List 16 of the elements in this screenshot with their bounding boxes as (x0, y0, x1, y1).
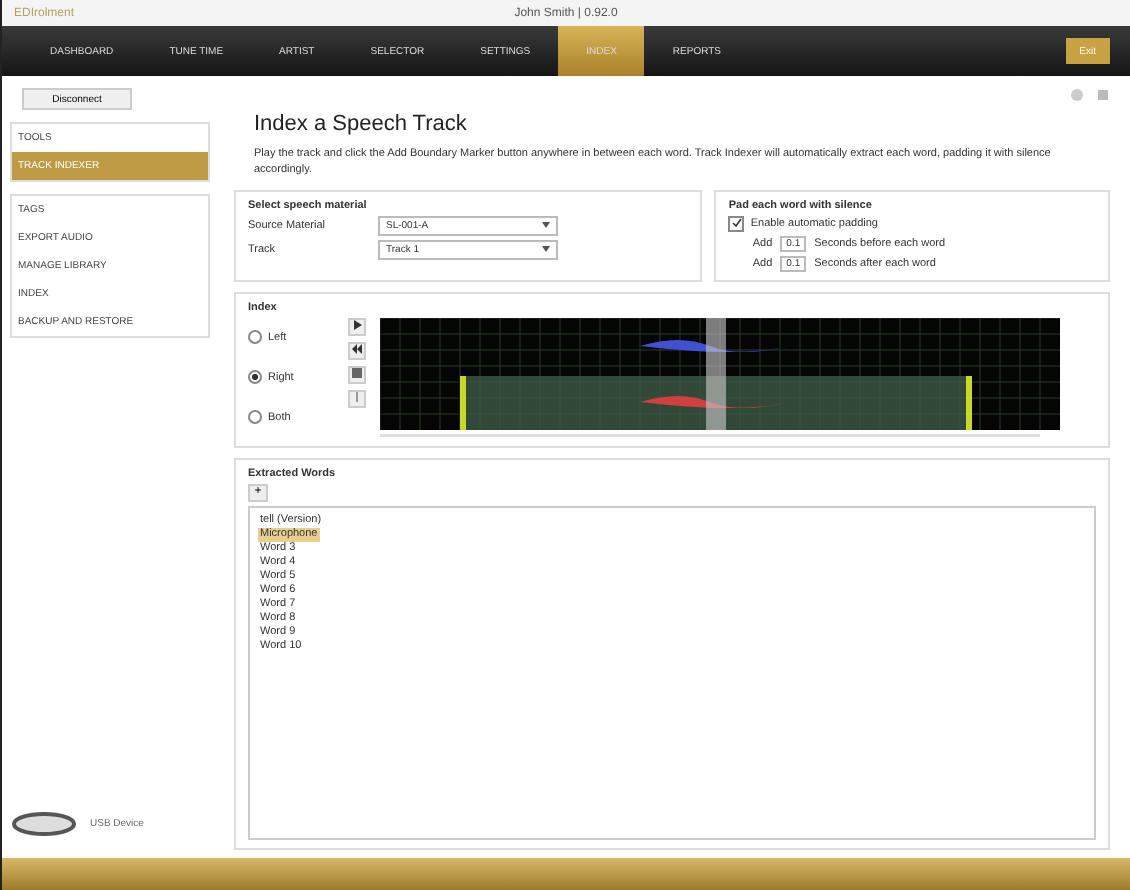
checkbox[interactable] (728, 215, 745, 231)
rewind-icon (352, 343, 362, 353)
device-icon (10, 810, 78, 838)
caret-icon (542, 222, 550, 228)
radio-button[interactable] (248, 410, 262, 424)
play-icon (352, 319, 362, 329)
radio-button[interactable] (248, 330, 262, 344)
stop-icon (352, 367, 362, 377)
play-button[interactable] (348, 317, 366, 335)
marker-icon (352, 391, 362, 401)
caret-icon (542, 246, 550, 252)
page-title: Index a Speech Track (254, 112, 469, 136)
radio-button[interactable] (248, 370, 262, 384)
marker-button[interactable] (348, 389, 366, 407)
stop-button[interactable] (348, 365, 366, 383)
rewind-button[interactable] (348, 341, 366, 359)
